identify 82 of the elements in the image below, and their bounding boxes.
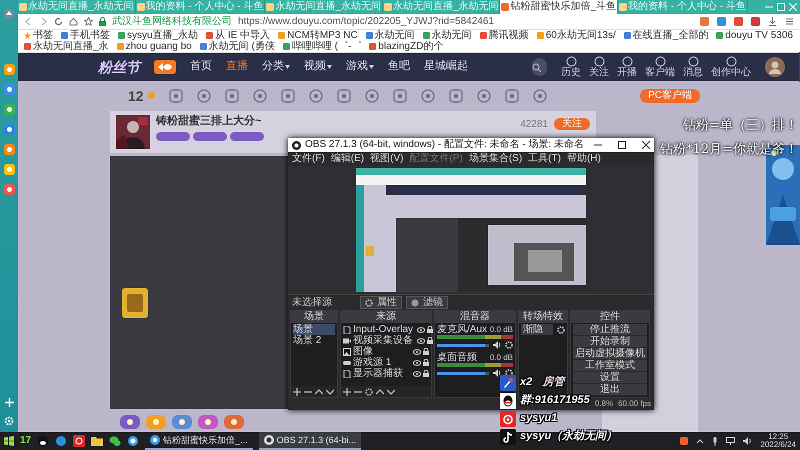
transition-select[interactable]: 渐隐 [521, 324, 553, 335]
nav-link[interactable]: 直播 [226, 60, 248, 74]
window-title: OBS 27.1.3 (64-bit, windows) - 配置文件: 未命名 - 场景: 未命名 [305, 139, 584, 151]
overlay-text: x2 [520, 376, 532, 390]
dock-title: 混音器 [435, 311, 515, 323]
bookmark[interactable]: 从 IE 中导入 [206, 30, 270, 41]
overlay-text: sysyu1 [520, 412, 558, 426]
nav-link[interactable]: 首页 [190, 60, 212, 74]
channel-name: 麦克风/Aux [437, 324, 488, 335]
source-item[interactable]: 游戏源 1 [343, 357, 429, 368]
stream-title: 铸粉甜蜜三排上大分~ [156, 115, 262, 128]
overlay-label: 房管 [542, 376, 564, 390]
danmaku-text: 钻粉=单（三）排！ [683, 118, 798, 134]
site-identity: 武汉斗鱼网络科技有限公司 [112, 16, 232, 28]
bookmark[interactable]: 永劫无间直播_永 [24, 41, 109, 52]
bookmark[interactable]: sysyu直播_永劫 [118, 30, 198, 41]
control-button[interactable]: 退出 [573, 384, 647, 396]
source-item[interactable]: 显示器捕获 [343, 368, 429, 379]
dock-title: 场景 [291, 311, 337, 323]
bookmark[interactable]: 60永劫无间13s/ [536, 30, 616, 41]
header-menu-item[interactable]: 关注 [589, 56, 609, 78]
bookmark[interactable]: 永劫无间 (勇侠 [200, 41, 275, 52]
bookmark[interactable]: NCM转MP3 NC [278, 30, 358, 41]
overlay-text: 群:916171955 [520, 394, 590, 408]
nav-link[interactable]: 鱼吧 [388, 60, 410, 74]
dock-title: 控件 [571, 311, 649, 323]
bookmark[interactable]: 哔哩哔哩 (゜-゜ [282, 41, 362, 52]
source-item[interactable]: Input-Overlay [343, 324, 429, 335]
follower-count: 42281 [520, 119, 548, 131]
bookmark[interactable]: 在线直播_全部的 [624, 30, 708, 41]
menu-item[interactable]: 编辑(E) [330, 153, 364, 165]
header-menu-item[interactable]: 客户端 [645, 56, 675, 78]
bookmark[interactable]: 手机书签 [61, 30, 110, 41]
dock-title: 来源 [341, 311, 431, 323]
taskbar-task[interactable]: OBS 27.1.3 (64-bi... [258, 432, 362, 450]
menu-item[interactable]: 文件(F) [292, 153, 325, 165]
header-menu-item[interactable]: 开播 [617, 56, 637, 78]
bookmark[interactable]: douyu TV 5306 [716, 30, 793, 41]
bookmark[interactable]: blazingZD的个 [369, 41, 444, 52]
nav-link[interactable]: 视频 [304, 60, 332, 74]
no-source-label: 未选择源 [292, 296, 332, 308]
control-button[interactable]: 停止推流 [573, 324, 647, 336]
header-menu-item[interactable]: 历史 [561, 56, 581, 78]
menu-item[interactable]: 工具(T) [528, 153, 561, 165]
channel-name: 桌面音频 [437, 352, 477, 363]
source-toolbar-button[interactable]: 属性 [360, 296, 402, 309]
bookmark[interactable]: 永劫无间 [366, 30, 415, 41]
bookmark[interactable]: 腾讯视频 [480, 30, 529, 41]
source-item[interactable]: 图像 [343, 346, 429, 357]
source-toolbar-button[interactable]: 滤镜 [406, 296, 448, 309]
control-button[interactable]: 设置 [573, 372, 647, 384]
bookmark[interactable]: 书签 [24, 30, 53, 41]
browser-tab[interactable]: 钻粉甜蜜快乐加倍_斗鱼 [500, 0, 618, 14]
level-reading: 0.0 dB [490, 324, 513, 334]
control-button[interactable]: 工作室模式 [573, 360, 647, 372]
status-text: 60.00 fps [618, 399, 651, 409]
taskbar-task[interactable]: 钻粉甜蜜快乐加倍_... [145, 432, 253, 450]
header-menu-item[interactable]: 消息 [683, 56, 703, 78]
scene-item[interactable]: 场景 [293, 324, 335, 335]
nav-link[interactable]: 分类 [262, 60, 290, 74]
url-field[interactable]: https://www.douyu.com/topic/202205_YJWJ?rid=5842461 [238, 16, 494, 28]
logo-text[interactable]: 粉丝节 [98, 58, 140, 76]
menu-item[interactable]: 场景集合(S) [468, 153, 522, 165]
checkin-days: 12 [128, 88, 144, 104]
clock-time[interactable]: 12:25 [760, 433, 796, 441]
bookmark[interactable]: zhou guang bo [116, 41, 192, 52]
status-text: 0.8% [594, 399, 614, 409]
taskbar-number: 17 [20, 435, 32, 447]
dock-title: 转场特效 [519, 311, 567, 323]
nav-link[interactable]: 游戏 [346, 60, 374, 74]
nav-link[interactable]: 星城崛起 [424, 60, 468, 74]
source-item[interactable]: 视频采集设备 [343, 335, 429, 346]
control-button[interactable]: 开始录制 [573, 336, 647, 348]
menu-item[interactable]: 视图(V) [370, 153, 404, 165]
overlay-text: sysyu（永劫无间） [520, 430, 618, 444]
level-reading: 0.0 dB [490, 352, 513, 362]
clock-date[interactable]: 2022/6/24 [760, 441, 796, 449]
control-button[interactable]: 启动虚拟摄像机 [573, 348, 647, 360]
header-menu-item[interactable]: 创作中心 [711, 56, 751, 78]
bookmark[interactable]: 永劫无间 [422, 30, 472, 41]
scene-item[interactable]: 场景 2 [293, 335, 335, 346]
menu-item[interactable]: 帮助(H) [566, 153, 601, 165]
